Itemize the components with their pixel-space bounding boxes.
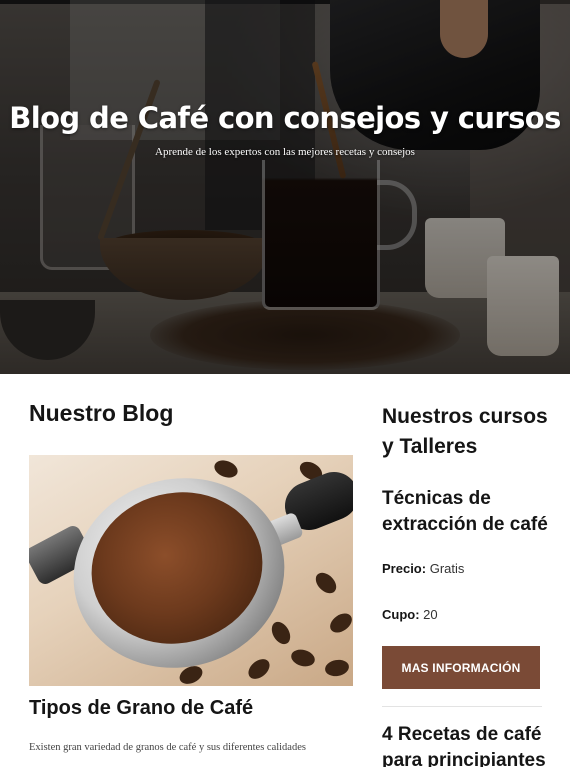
courses-section-heading: Nuestros cursos y Talleres	[382, 405, 548, 458]
course-divider	[382, 706, 542, 707]
price-value: Gratis	[429, 561, 465, 576]
post-title-link[interactable]: Tipos de Grano de Café	[29, 697, 253, 720]
course-seats: Cupo: 20	[382, 607, 438, 622]
hero-subtitle: Aprende de los expertos con las mejores …	[155, 146, 415, 158]
seats-label: Cupo:	[382, 607, 420, 622]
more-info-button[interactable]: Mas información	[382, 646, 540, 689]
seats-value: 20	[423, 607, 438, 622]
course-price: Precio: Gratis	[382, 561, 464, 576]
hero-banner: Blog de Café con consejos y cursos Apren…	[0, 0, 570, 374]
price-label: Precio:	[382, 561, 427, 576]
post-image-portafilter[interactable]	[29, 455, 353, 686]
post-excerpt: Existen gran variedad de granos de café …	[29, 742, 306, 753]
course-title: 4 Recetas de café para principiantes	[382, 724, 546, 767]
course-title: Técnicas de extracción de café	[382, 488, 548, 535]
hero-title: Blog de Café con consejos y cursos	[9, 101, 561, 135]
blog-section-heading: Nuestro Blog	[29, 400, 174, 426]
